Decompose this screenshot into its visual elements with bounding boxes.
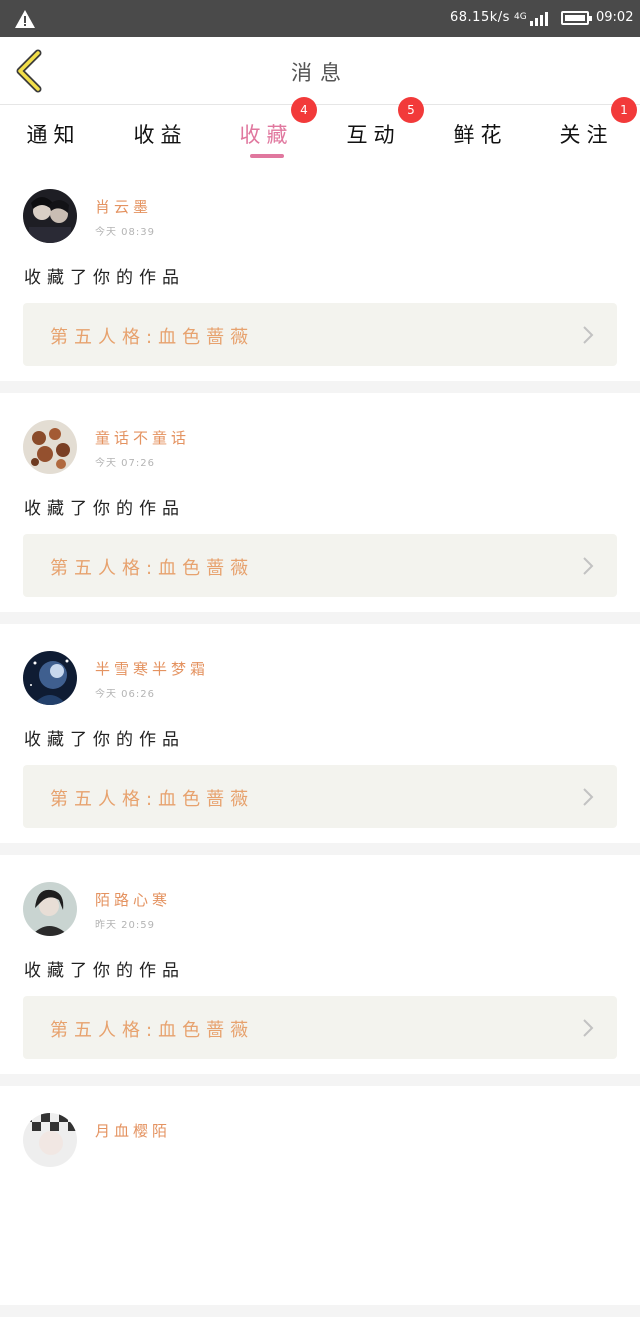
notification-card: 童话不童话 今天 07:26 收藏了你的作品 第五人格:血色蔷薇	[0, 393, 640, 612]
notification-card: 肖云墨 今天 08:39 收藏了你的作品 第五人格:血色蔷薇	[0, 162, 640, 381]
unread-badge: 5	[398, 97, 424, 123]
timestamp: 今天 06:26	[95, 689, 155, 700]
tab-label: 收藏	[239, 123, 294, 147]
tab-flowers[interactable]: 鲜花	[427, 105, 534, 162]
action-text: 收藏了你的作品	[24, 268, 185, 288]
timestamp: 昨天 20:59	[95, 920, 155, 931]
username[interactable]: 肖云墨	[95, 196, 152, 217]
tab-label: 通知	[26, 123, 81, 147]
action-text: 收藏了你的作品	[24, 961, 185, 981]
tab-favorites[interactable]: 收藏 4	[213, 97, 320, 162]
active-tab-indicator	[250, 154, 284, 158]
tab-label: 鲜花	[453, 123, 508, 147]
notification-card: 半雪寒半梦霜 今天 06:26 收藏了你的作品 第五人格:血色蔷薇	[0, 624, 640, 843]
work-title: 第五人格:血色蔷薇	[50, 789, 255, 810]
action-text: 收藏了你的作品	[24, 499, 185, 519]
username[interactable]: 陌路心寒	[95, 889, 171, 910]
avatar[interactable]	[23, 189, 77, 243]
avatar[interactable]	[23, 420, 77, 474]
tab-follows[interactable]: 关注 1	[533, 97, 640, 162]
tab-notifications[interactable]: 通知	[0, 105, 107, 162]
username[interactable]: 童话不童话	[95, 427, 190, 448]
tab-label: 收益	[133, 123, 188, 147]
app-header: 消息	[0, 37, 640, 105]
signal-icon	[530, 12, 548, 26]
warning-icon	[15, 10, 35, 28]
timestamp: 今天 07:26	[95, 458, 155, 469]
work-link[interactable]: 第五人格:血色蔷薇	[23, 534, 617, 597]
clock: 09:02	[596, 10, 634, 25]
network-type: 4G	[514, 12, 527, 22]
chevron-right-icon	[583, 788, 594, 806]
timestamp: 今天 08:39	[95, 227, 155, 238]
status-bar: 68.15k/s 4G 09:02	[0, 0, 640, 37]
tab-earnings[interactable]: 收益	[107, 105, 214, 162]
chevron-right-icon	[583, 557, 594, 575]
battery-icon	[561, 11, 592, 25]
tab-bar: 通知 收益 收藏 4 互动 5 鲜花 关注 1	[0, 97, 640, 162]
work-title: 第五人格:血色蔷薇	[50, 327, 255, 348]
tab-interactions[interactable]: 互动 5	[320, 97, 427, 162]
avatar[interactable]	[23, 1113, 77, 1167]
notification-card: 月血樱陌	[0, 1086, 640, 1305]
notification-list: 肖云墨 今天 08:39 收藏了你的作品 第五人格:血色蔷薇 童话不童话 今天 …	[0, 162, 640, 1317]
notification-card: 陌路心寒 昨天 20:59 收藏了你的作品 第五人格:血色蔷薇	[0, 855, 640, 1074]
network-speed: 68.15k/s	[450, 10, 510, 25]
work-link[interactable]: 第五人格:血色蔷薇	[23, 303, 617, 366]
unread-badge: 4	[291, 97, 317, 123]
work-link[interactable]: 第五人格:血色蔷薇	[23, 996, 617, 1059]
page-title: 消息	[291, 61, 349, 85]
action-text: 收藏了你的作品	[24, 730, 185, 750]
unread-badge: 1	[611, 97, 637, 123]
chevron-right-icon	[583, 1019, 594, 1037]
tab-label: 互动	[346, 123, 401, 147]
username[interactable]: 半雪寒半梦霜	[95, 658, 209, 679]
tab-label: 关注	[559, 123, 614, 147]
avatar[interactable]	[23, 882, 77, 936]
work-link[interactable]: 第五人格:血色蔷薇	[23, 765, 617, 828]
work-title: 第五人格:血色蔷薇	[50, 558, 255, 579]
work-title: 第五人格:血色蔷薇	[50, 1020, 255, 1041]
avatar[interactable]	[23, 651, 77, 705]
chevron-right-icon	[583, 326, 594, 344]
